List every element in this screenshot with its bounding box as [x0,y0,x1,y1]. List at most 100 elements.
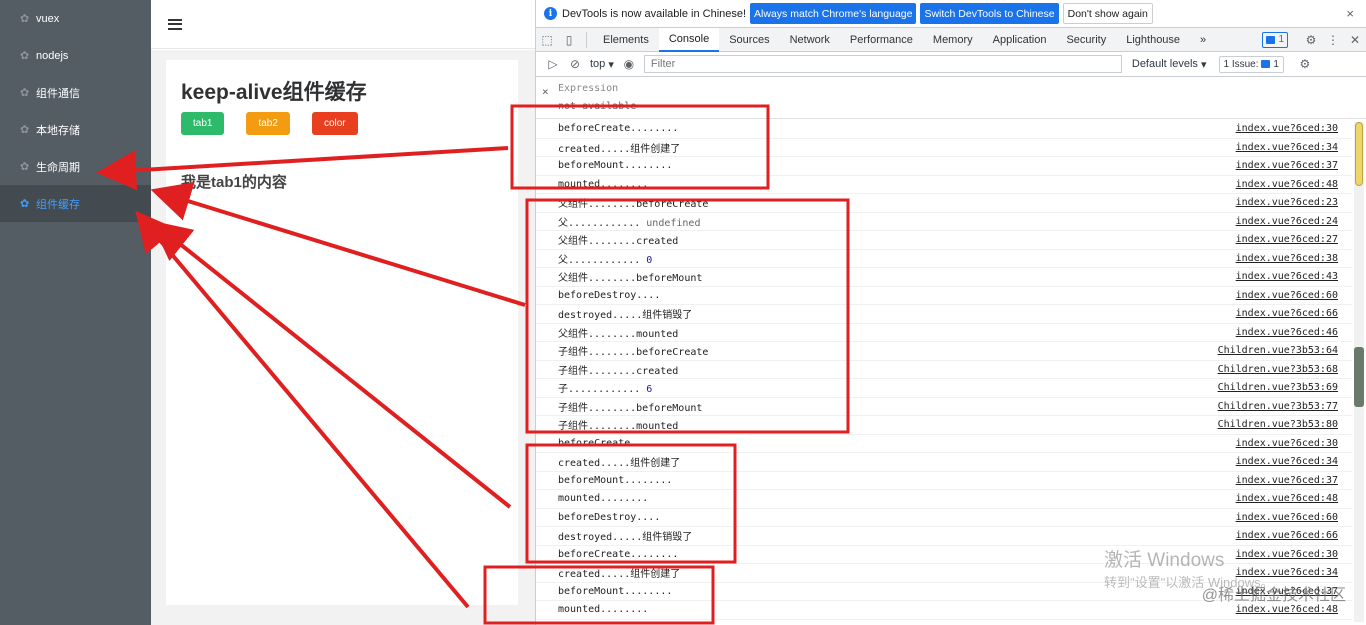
log-source-link[interactable]: index.vue?6ced:66 [1236,308,1338,319]
more-tabs-button[interactable]: » [1190,28,1216,52]
log-source-link[interactable]: index.vue?6ced:30 [1236,438,1338,449]
close-devtools-icon[interactable]: ✕ [1344,28,1366,52]
scrollbar-thumb[interactable] [1355,122,1363,186]
console-scrollbar[interactable] [1354,122,1364,622]
message-icon [1266,35,1276,44]
eye-icon[interactable]: ◉ [618,52,640,76]
tab2-button[interactable]: tab2 [246,112,290,135]
log-message: beforeDestroy.... [558,511,661,523]
page-title: keep-alive组件缓存 [181,81,367,104]
log-source-link[interactable]: index.vue?6ced:48 [1236,604,1338,615]
log-source-link[interactable]: index.vue?6ced:23 [1236,197,1338,208]
log-source-link[interactable]: index.vue?6ced:30 [1236,123,1338,134]
switch-to-chinese-button[interactable]: Switch DevTools to Chinese [920,3,1059,24]
tab-performance[interactable]: Performance [840,28,923,52]
log-source-link[interactable]: index.vue?6ced:38 [1236,253,1338,264]
log-source-link[interactable]: Children.vue?3b53:80 [1218,419,1338,430]
log-source-link[interactable]: index.vue?6ced:43 [1236,271,1338,282]
console-log-row: created.....组件创建了 index.vue?6ced:34 [536,564,1352,583]
log-source-link[interactable]: index.vue?6ced:37 [1236,160,1338,171]
kebab-menu-icon[interactable]: ⋮ [1322,28,1344,52]
sidebar-item-label: nodejs [36,49,69,62]
log-message: created.....组件创建了 [558,569,681,581]
log-message: 子............ 6 [558,384,653,396]
log-message: 父组件........beforeCreate [558,199,709,211]
tab-lighthouse[interactable]: Lighthouse [1116,28,1190,52]
scrollbar-marker [1354,347,1364,407]
tab-network[interactable]: Network [780,28,840,52]
device-toggle-icon[interactable]: ▯ [558,28,580,52]
log-message: beforeMount........ [558,160,673,172]
console-log-row: beforeMount........ index.vue?6ced:37 [536,157,1352,176]
log-source-link[interactable]: index.vue?6ced:48 [1236,493,1338,504]
content-card: keep-alive组件缓存 tab1 tab2 color 我是tab1的内容 [166,60,518,605]
sidebar-item-vuex[interactable]: ✿ vuex [0,0,151,37]
messages-badge[interactable]: 1 [1262,31,1288,48]
log-message: 子组件........created [558,365,679,377]
filter-input[interactable]: Filter [643,55,1122,73]
log-source-link[interactable]: Children.vue?3b53:69 [1218,382,1338,393]
sidebar-item-local-storage[interactable]: ✿ 本地存储 [0,111,151,148]
context-select[interactable]: top ▾ [590,58,614,71]
sidebar-item-component-cache[interactable]: ✿ 组件缓存 [0,185,151,222]
gear-icon: ✿ [20,12,30,25]
hamburger-menu-icon[interactable] [168,18,182,30]
issues-button[interactable]: 1 Issue: 1 [1218,55,1284,73]
tab-elements[interactable]: Elements [593,28,659,52]
tab-security[interactable]: Security [1056,28,1116,52]
log-source-link[interactable]: index.vue?6ced:34 [1236,142,1338,153]
clear-console-icon[interactable]: ⊘ [564,52,586,76]
close-icon[interactable]: × [1346,6,1354,21]
expression-label[interactable]: Expression [558,83,618,94]
log-message: 父............ undefined [558,217,701,229]
log-message: beforeCreate........ [558,548,679,560]
log-source-link[interactable]: index.vue?6ced:60 [1236,512,1338,523]
log-source-link[interactable]: Children.vue?3b53:68 [1218,364,1338,375]
log-source-link[interactable]: Children.vue?3b53:77 [1218,401,1338,412]
log-source-link[interactable]: index.vue?6ced:34 [1236,456,1338,467]
log-source-link[interactable]: index.vue?6ced:27 [1236,234,1338,245]
console-log-row: beforeCreate........ index.vue?6ced:30 [536,546,1352,564]
log-message: beforeCreate........ [558,123,679,135]
console-log-row: destroyed.....组件销毁了 index.vue?6ced:66 [536,527,1352,546]
close-expression-icon[interactable]: × [542,85,549,98]
sidebar-item-label: vuex [36,12,60,25]
tab1-button[interactable]: tab1 [181,112,225,135]
console-log-row: beforeCreate........ index.vue?6ced:30 [536,435,1352,453]
tab-sources[interactable]: Sources [719,28,779,52]
log-value: undefined [646,217,701,229]
console-settings-icon[interactable]: ⚙ [1294,52,1316,76]
log-source-link[interactable]: index.vue?6ced:46 [1236,327,1338,338]
sidebar-item-lifecycle[interactable]: ✿ 生命周期 [0,148,151,185]
console-log-row: destroyed.....组件销毁了 index.vue?6ced:66 [536,305,1352,324]
tab-console[interactable]: Console [658,27,720,52]
sidebar-toggle-icon[interactable]: ▷ [542,52,564,76]
always-match-language-button[interactable]: Always match Chrome's language [750,3,917,24]
sidebar-item-component-communication[interactable]: ✿ 组件通信 [0,74,151,111]
tab-application[interactable]: Application [983,28,1057,52]
log-message: destroyed.....组件销毁了 [558,310,693,322]
sidebar-item-nodejs[interactable]: ✿ nodejs [0,37,151,74]
log-message: mounted........ [558,493,649,505]
console-log-row: 父组件........mounted index.vue?6ced:46 [536,324,1352,342]
log-levels-dropdown[interactable]: Default levels ▾ [1132,58,1207,71]
tab-memory[interactable]: Memory [923,28,983,52]
log-source-link[interactable]: index.vue?6ced:34 [1236,567,1338,578]
log-source-link[interactable]: index.vue?6ced:60 [1236,290,1338,301]
log-source-link[interactable]: index.vue?6ced:37 [1236,475,1338,486]
color-button[interactable]: color [311,112,358,135]
inspect-element-icon[interactable]: ⬚ [536,28,558,52]
log-source-link[interactable]: index.vue?6ced:48 [1236,179,1338,190]
devtools-tabbar: ⬚ ▯ Elements Console Sources Network Per… [536,27,1366,52]
log-source-link[interactable]: index.vue?6ced:30 [1236,549,1338,560]
log-message: 父组件........created [558,236,679,248]
dont-show-again-button[interactable]: Don't show again [1062,3,1153,24]
gear-icon: ✿ [20,86,30,99]
expression-value: not available [558,101,637,112]
banner-text: DevTools is now available in Chinese! [562,7,747,20]
console-log-row: mounted........ index.vue?6ced:48 [536,176,1352,194]
settings-gear-icon[interactable]: ⚙ [1300,28,1322,52]
log-source-link[interactable]: index.vue?6ced:66 [1236,530,1338,541]
log-source-link[interactable]: index.vue?6ced:24 [1236,216,1338,227]
log-source-link[interactable]: Children.vue?3b53:64 [1218,345,1338,356]
